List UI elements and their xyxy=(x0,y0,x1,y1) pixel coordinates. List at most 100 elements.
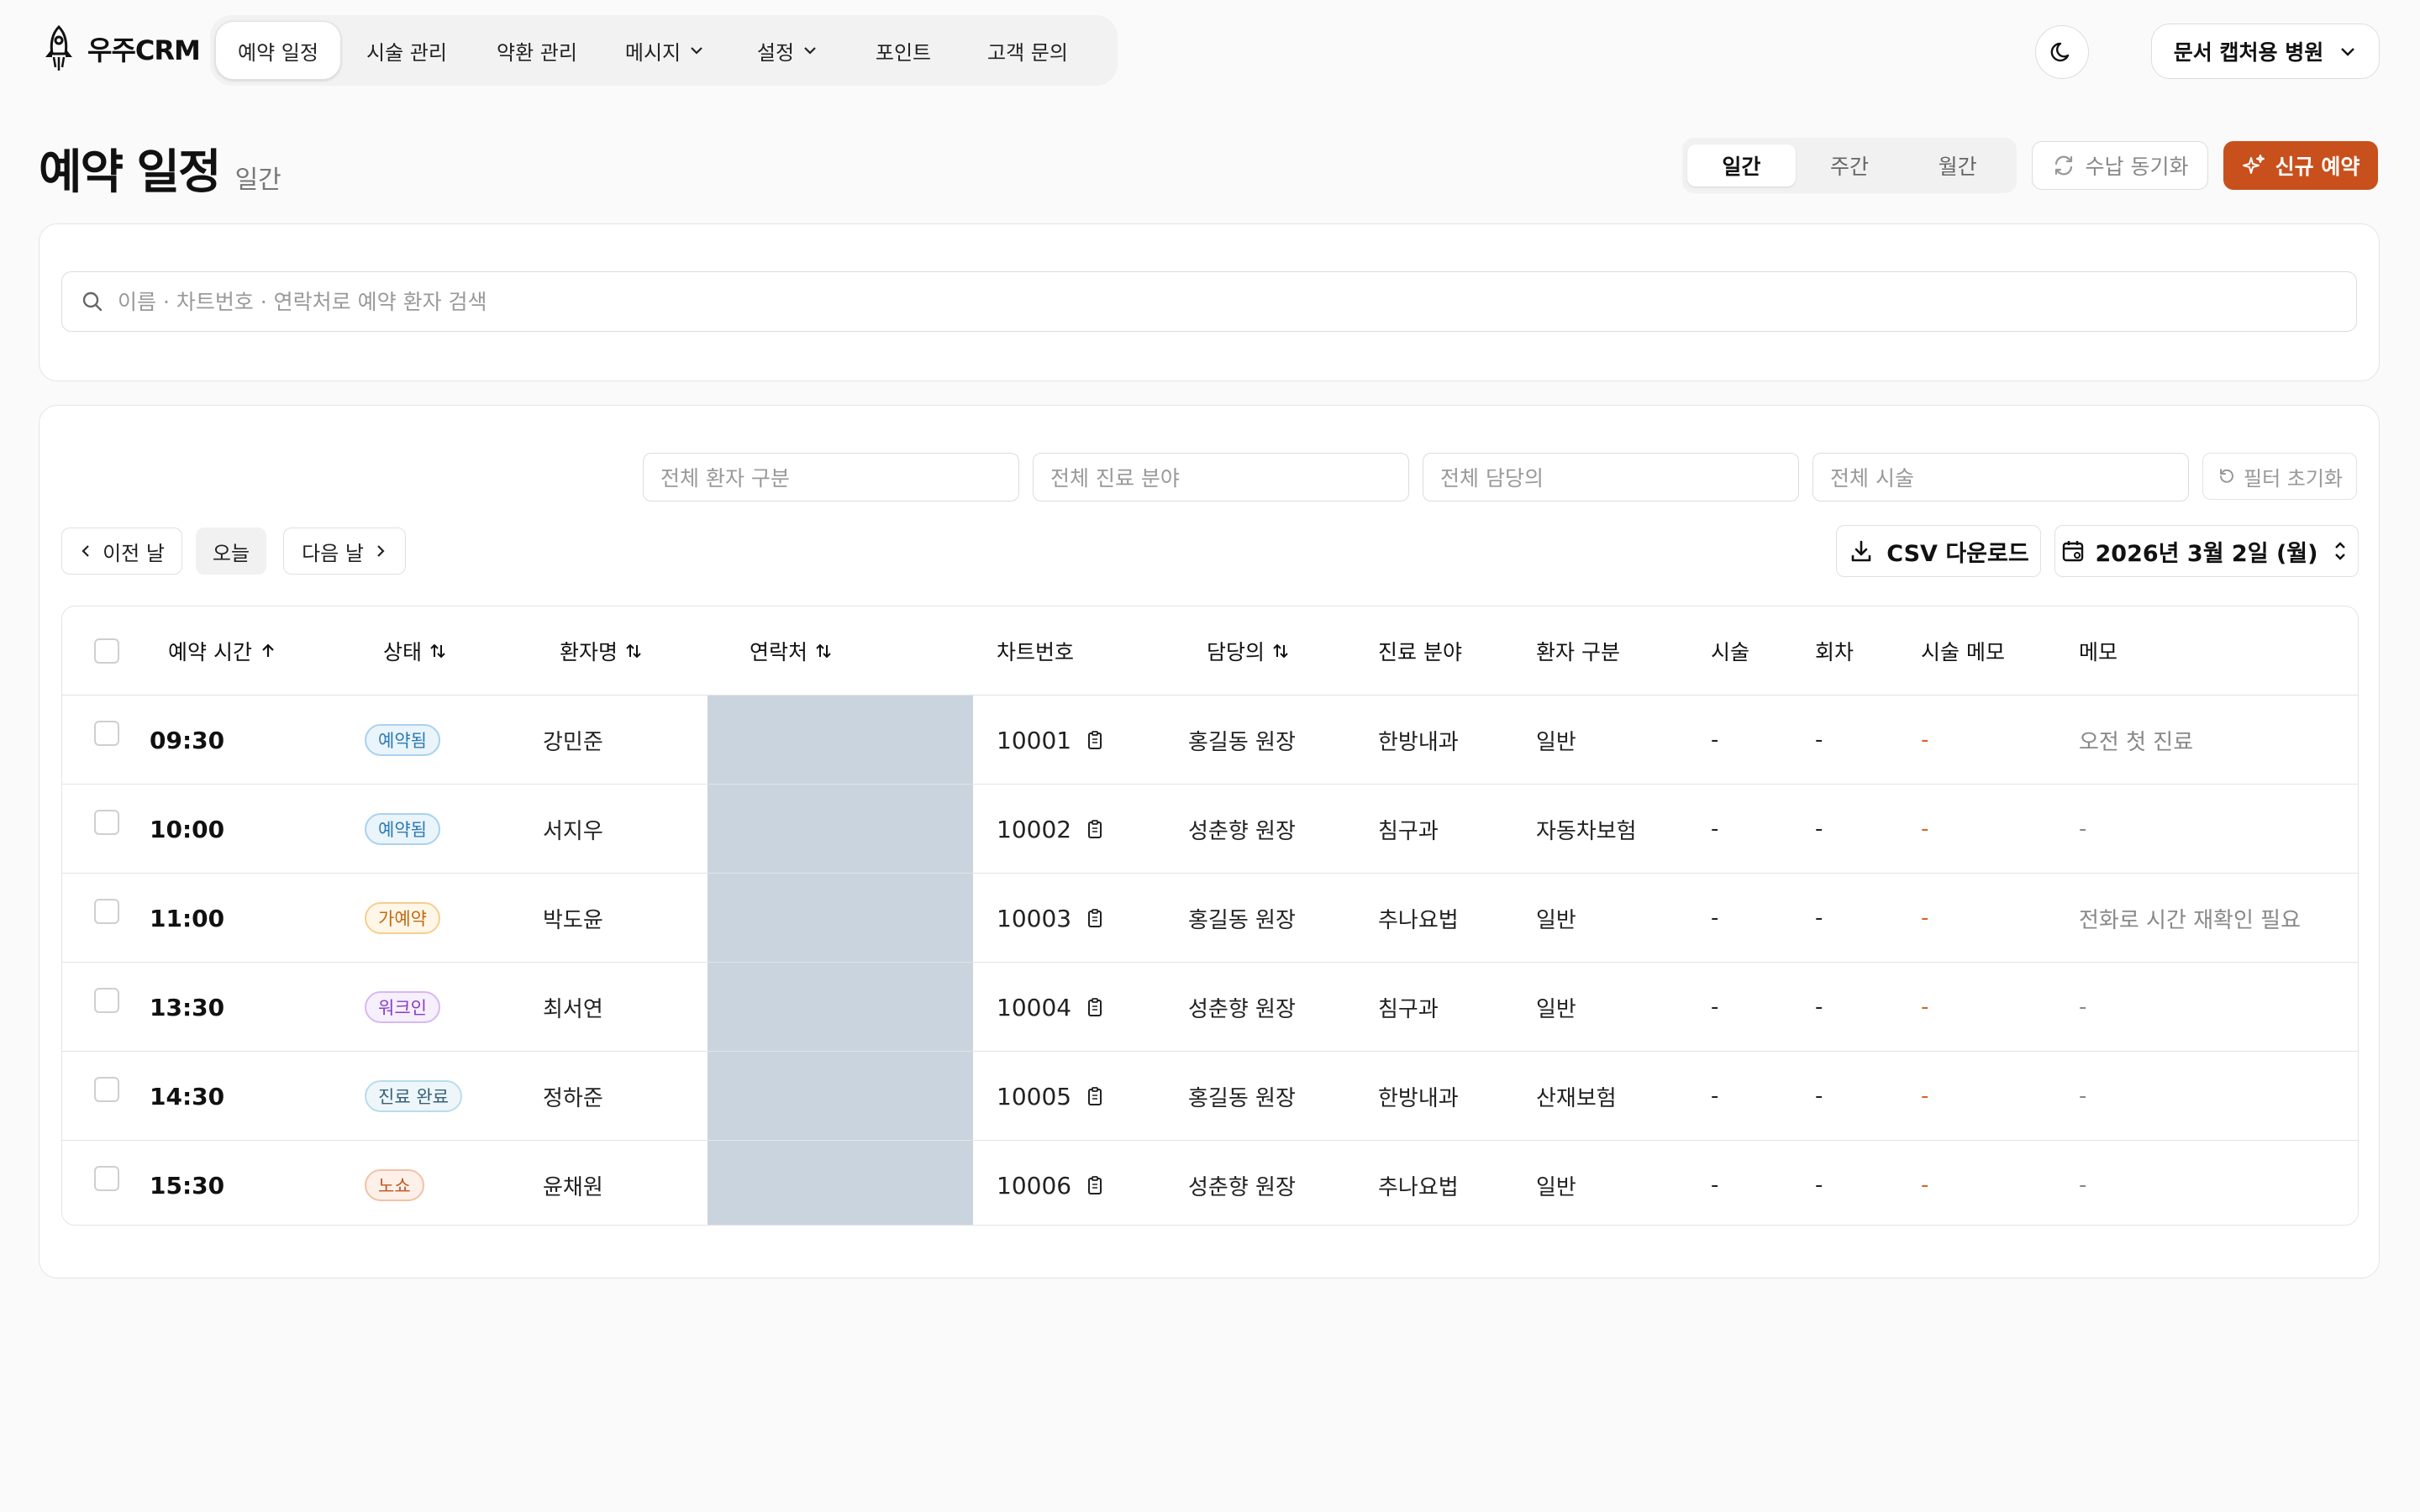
row-checkbox[interactable] xyxy=(94,810,119,835)
chevron-down-icon xyxy=(2341,48,2355,56)
nav-item-points[interactable]: 포인트 xyxy=(847,21,960,80)
department: 침구과 xyxy=(1378,818,1439,844)
sync-payment-button[interactable]: 수납 동기화 xyxy=(2032,141,2208,190)
table-row[interactable]: 13:30 워크인 최서연 10004 성춘향 원장 침구과 일반 - - - - xyxy=(62,963,2358,1052)
patient-type: 산재보험 xyxy=(1536,1085,1617,1111)
department: 한방내과 xyxy=(1378,1085,1459,1111)
search-box xyxy=(61,271,2357,332)
chart-number: 10005 xyxy=(997,1082,1072,1110)
procedure-memo: - xyxy=(1921,816,1929,842)
date-picker[interactable]: 2026년 3월 2일 (월) xyxy=(2054,525,2359,577)
header-doctor[interactable]: 담당의 xyxy=(1207,606,1290,696)
clipboard-icon[interactable] xyxy=(1086,997,1103,1017)
table-row[interactable]: 11:00 가예약 박도윤 10003 홍길동 원장 추나요법 일반 - - - 전화로 시간 재확… xyxy=(62,874,2358,963)
memo: 오전 첫 진료 xyxy=(2079,729,2194,755)
reservation-time: 15:30 xyxy=(150,1171,225,1200)
sparkle-icon xyxy=(2242,155,2265,174)
memo: 전화로 시간 재확인 필요 xyxy=(2079,907,2301,933)
row-checkbox[interactable] xyxy=(94,1077,119,1102)
header-label: 시술 메모 xyxy=(1921,640,2005,664)
theme-toggle-button[interactable] xyxy=(2035,25,2089,79)
row-checkbox[interactable] xyxy=(94,721,119,746)
next-day-label: 다음 날 xyxy=(302,541,364,565)
row-checkbox[interactable] xyxy=(94,988,119,1013)
nav-item-messages[interactable]: 메시지 xyxy=(602,21,728,80)
select-all-checkbox[interactable] xyxy=(94,638,119,664)
table-row[interactable]: 10:00 예약됨 서지우 10002 성춘향 원장 침구과 자동차보험 - - - - xyxy=(62,785,2358,874)
chevron-left-icon xyxy=(82,545,89,557)
header-label: 담당의 xyxy=(1207,640,1265,664)
prev-day-label: 이전 날 xyxy=(103,541,165,565)
page-title: 예약 일정 xyxy=(39,145,222,200)
table-row[interactable]: 15:30 노쇼 윤채원 10006 성춘향 원장 추나요법 일반 - - - - xyxy=(62,1141,2358,1225)
filter-reset-button[interactable]: 필터 초기화 xyxy=(2202,453,2357,500)
hospital-select[interactable]: 문서 캡처용 병원 xyxy=(2151,24,2380,79)
header-status[interactable]: 상태 xyxy=(383,606,447,696)
prev-day-button[interactable]: 이전 날 xyxy=(61,528,182,575)
today-button[interactable]: 오늘 xyxy=(196,528,266,575)
session: - xyxy=(1815,1173,1823,1198)
nav-item-procedures[interactable]: 시술 관리 xyxy=(341,21,472,80)
memo: - xyxy=(2079,1084,2087,1109)
header-time[interactable]: 예약 시간 xyxy=(168,606,277,696)
reservation-time: 11:00 xyxy=(150,904,225,932)
nav-item-medicine[interactable]: 약환 관리 xyxy=(472,21,602,80)
nav-item-inquiries[interactable]: 고객 문의 xyxy=(960,21,1096,80)
procedure-memo: - xyxy=(1921,727,1929,753)
view-option-daily[interactable]: 일간 xyxy=(1687,144,1796,186)
next-day-button[interactable]: 다음 날 xyxy=(283,528,406,575)
filter-doctor[interactable]: 전체 담당의 xyxy=(1423,453,1799,501)
header-label: 상태 xyxy=(383,640,423,664)
patient-name[interactable]: 윤채원 xyxy=(543,1141,603,1225)
header-name[interactable]: 환자명 xyxy=(560,606,643,696)
nav-item-reservations[interactable]: 예약 일정 xyxy=(215,21,341,80)
status-badge: 노쇼 xyxy=(365,1169,424,1201)
clipboard-icon[interactable] xyxy=(1086,730,1103,750)
filter-department[interactable]: 전체 진료 분야 xyxy=(1033,453,1409,501)
patient-name[interactable]: 정하준 xyxy=(543,1052,603,1141)
clipboard-icon[interactable] xyxy=(1086,1175,1103,1195)
clipboard-icon[interactable] xyxy=(1086,908,1103,928)
status-cell: 진료 완료 xyxy=(365,1052,462,1141)
patient-name[interactable]: 서지우 xyxy=(543,785,603,874)
header-label: 메모 xyxy=(2079,640,2118,664)
row-checkbox[interactable] xyxy=(94,1166,119,1191)
status-cell: 가예약 xyxy=(365,874,440,963)
patient-type: 일반 xyxy=(1536,729,1576,755)
csv-download-button[interactable]: CSV 다운로드 xyxy=(1836,525,2041,577)
nav-item-label: 메시지 xyxy=(624,40,681,65)
reservation-time: 14:30 xyxy=(150,1082,225,1110)
clipboard-icon[interactable] xyxy=(1086,819,1103,839)
session: - xyxy=(1815,995,1823,1020)
header-label: 환자 구분 xyxy=(1536,640,1620,664)
header-label: 진료 분야 xyxy=(1378,640,1462,664)
nav-item-settings[interactable]: 설정 xyxy=(728,21,847,80)
procedure: - xyxy=(1711,816,1719,842)
filter-procedure[interactable]: 전체 시술 xyxy=(1812,453,2189,501)
row-checkbox[interactable] xyxy=(94,899,119,924)
department: 추나요법 xyxy=(1378,907,1459,933)
view-option-monthly[interactable]: 월간 xyxy=(1903,144,2012,186)
table-row[interactable]: 09:30 예약됨 강민준 10001 홍길동 원장 한방내과 일반 - - - 오전 첫 진료 xyxy=(62,696,2358,785)
patient-name[interactable]: 최서연 xyxy=(543,963,603,1052)
clipboard-icon[interactable] xyxy=(1086,1086,1103,1106)
search-input[interactable] xyxy=(118,289,2356,314)
calendar-icon xyxy=(2062,541,2083,562)
patient-name[interactable]: 강민준 xyxy=(543,696,603,785)
patient-name[interactable]: 박도윤 xyxy=(543,874,603,963)
chevron-down-icon xyxy=(691,47,702,55)
view-option-weekly[interactable]: 주간 xyxy=(1796,144,1904,186)
procedure: - xyxy=(1711,1173,1719,1198)
filter-patient-type[interactable]: 전체 환자 구분 xyxy=(643,453,1019,501)
new-reservation-button[interactable]: 신규 예약 xyxy=(2223,141,2378,190)
status-badge: 예약됨 xyxy=(365,813,440,845)
status-cell: 예약됨 xyxy=(365,696,440,785)
chevron-down-icon xyxy=(804,47,816,55)
chart-number-cell: 10002 xyxy=(997,785,1103,874)
reservation-table-card: 전체 환자 구분 전체 진료 분야 전체 담당의 전체 시술 필터 초기화 이전… xyxy=(39,405,2380,1278)
reset-icon xyxy=(2219,469,2233,483)
nav-item-label: 고객 문의 xyxy=(987,40,1068,65)
logo[interactable]: 우주CRM xyxy=(39,24,201,74)
header-contact[interactable]: 연락처 xyxy=(750,606,833,696)
table-row[interactable]: 14:30 진료 완료 정하준 10005 홍길동 원장 한방내과 산재보험 - - - - xyxy=(62,1052,2358,1141)
